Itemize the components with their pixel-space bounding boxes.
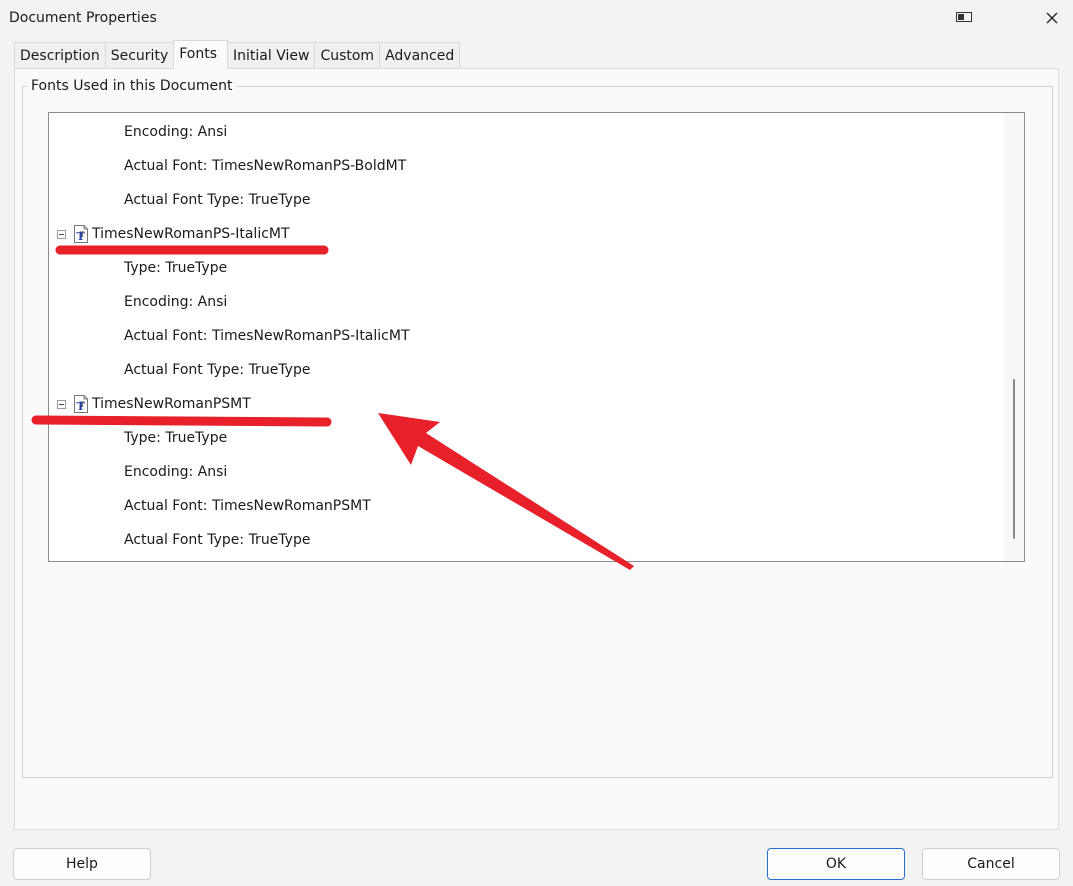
- tree-item[interactable]: Encoding: Ansi: [124, 292, 227, 312]
- tab-custom[interactable]: Custom: [314, 42, 381, 68]
- collapse-icon[interactable]: [57, 229, 66, 239]
- svg-text:T: T: [80, 230, 86, 239]
- scrollbar-thumb[interactable]: [1013, 379, 1015, 539]
- tab-advanced[interactable]: Advanced: [379, 42, 461, 68]
- svg-text:T: T: [80, 400, 86, 409]
- tree-item[interactable]: Encoding: Ansi: [124, 122, 227, 142]
- tree-node-font[interactable]: T T TimesNewRomanPS-ItalicMT: [57, 224, 290, 244]
- tree-item[interactable]: Actual Font: TimesNewRomanPS-BoldMT: [124, 156, 406, 176]
- tab-security[interactable]: Security: [104, 42, 175, 68]
- snap-layout-button[interactable]: [949, 4, 979, 32]
- fonts-tree[interactable]: Encoding: Ansi Actual Font: TimesNewRoma…: [48, 112, 1025, 562]
- tree-item[interactable]: Actual Font Type: TrueType: [124, 190, 310, 210]
- title-bar: Document Properties: [0, 0, 1073, 38]
- tree-item[interactable]: Actual Font Type: TrueType: [124, 360, 310, 380]
- tab-fonts[interactable]: Fonts: [173, 40, 229, 69]
- tree-item[interactable]: Actual Font: TimesNewRomanPSMT: [124, 496, 371, 516]
- document-properties-dialog: Document Properties Description Security…: [0, 0, 1073, 886]
- group-legend: Fonts Used in this Document: [27, 78, 237, 94]
- close-icon: [1046, 12, 1058, 24]
- tab-description[interactable]: Description: [14, 42, 106, 68]
- vertical-scrollbar[interactable]: [1004, 113, 1024, 561]
- ok-button[interactable]: OK: [767, 848, 905, 880]
- collapse-icon[interactable]: [57, 399, 66, 409]
- help-button[interactable]: Help: [13, 848, 151, 880]
- tree-item[interactable]: Type: TrueType: [124, 258, 227, 278]
- tab-strip: Description Security Fonts Initial View …: [14, 40, 461, 69]
- tree-item[interactable]: Type: TrueType: [124, 428, 227, 448]
- tree-item[interactable]: Actual Font Type: TrueType: [124, 530, 310, 550]
- tree-item[interactable]: Actual Font: TimesNewRomanPS-ItalicMT: [124, 326, 410, 346]
- truetype-font-icon: T T: [74, 225, 88, 243]
- tree-item[interactable]: Encoding: Ansi: [124, 462, 227, 482]
- window-title: Document Properties: [9, 10, 157, 26]
- close-button[interactable]: [1037, 4, 1067, 32]
- snap-layout-icon: [956, 12, 972, 22]
- tab-initial-view[interactable]: Initial View: [227, 42, 316, 68]
- truetype-font-icon: T T: [74, 395, 88, 413]
- font-name: TimesNewRomanPS-ItalicMT: [92, 226, 290, 242]
- tree-node-font[interactable]: T T TimesNewRomanPSMT: [57, 394, 251, 414]
- cancel-button[interactable]: Cancel: [922, 848, 1060, 880]
- font-name: TimesNewRomanPSMT: [92, 396, 251, 412]
